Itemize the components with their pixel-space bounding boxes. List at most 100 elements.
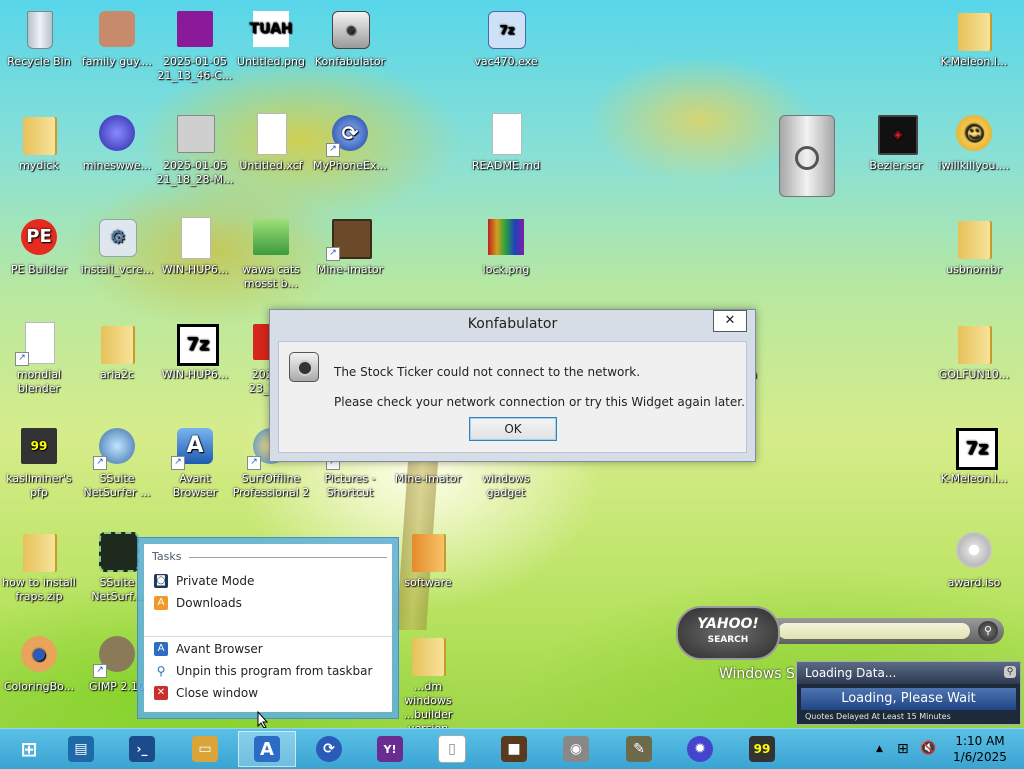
icon-label: WIN-HUP6... <box>161 368 229 381</box>
icon-label: GOLFUN10... <box>938 368 1010 381</box>
desktop-icon-untitled-xcf[interactable]: Untitled.xcf <box>232 109 310 173</box>
taskbar-myphoneexplorer[interactable]: ⟳ <box>300 731 358 767</box>
desktop-icon-recycle-bin[interactable]: Recycle Bin <box>0 5 78 69</box>
desktop-icon-ssuite-netsurfer[interactable]: ↗ SSuite NetSurfer ... <box>78 422 156 500</box>
taskbar-clock[interactable]: 1:10 AM 1/6/2025 <box>948 733 1012 765</box>
desktop-icon-software[interactable]: software <box>389 526 467 590</box>
taskbar-minesweeper[interactable]: ✹ <box>671 731 729 767</box>
desktop-icon-coloringbook[interactable]: ● ColoringBo... <box>0 630 78 694</box>
desktop-icon-lock-png[interactable]: lock.png <box>467 213 545 277</box>
icon-label: Avant Browser <box>172 472 218 499</box>
network-icon[interactable]: ⊞ <box>897 729 909 769</box>
jump-list-panel: Tasks ◙ Private Mode A Downloads A Avant… <box>144 544 392 712</box>
ok-button[interactable]: OK <box>469 417 557 441</box>
desktop-icon-install-vcredist[interactable]: ⚙ install_vcre... <box>78 213 156 277</box>
clock-time: 1:10 AM <box>955 734 1005 748</box>
yahoo-logo: YAHOO! SEARCH <box>676 606 780 660</box>
taskbar-file-explorer[interactable]: ▭ <box>176 731 234 767</box>
taskbar-server-manager[interactable]: ▤ <box>52 731 110 767</box>
zip-folder-icon <box>950 5 998 53</box>
yahoo-search-widget: ⚲ YAHOO! SEARCH <box>676 606 1010 660</box>
jump-item-downloads[interactable]: A Downloads <box>154 593 242 613</box>
desktop-icon-win-hup6-doc[interactable]: WIN-HUP6... <box>156 213 234 277</box>
desktop-icon-usbnombr[interactable]: usbnombr <box>935 213 1013 277</box>
desktop-icon-screenshot-2[interactable]: 2025-01-05 21_18_28-M... <box>156 109 234 187</box>
icon-label: SSuite NetSurfer ... <box>83 472 151 499</box>
icon-label: Untitled.png <box>237 55 305 68</box>
icon-label: install_vcre... <box>80 263 154 276</box>
shortcut-arrow-icon: ↗ <box>171 456 185 470</box>
jump-item-private-mode[interactable]: ◙ Private Mode <box>154 571 254 591</box>
icon-label: ColoringBo... <box>3 680 75 693</box>
desktop-icon-mine-imator[interactable]: ↗ Mine-imator <box>311 213 389 277</box>
dialog-message-line-1: The Stock Ticker could not connect to th… <box>334 365 641 379</box>
folder-icon <box>15 109 63 157</box>
desktop-icon-screenshot-1[interactable]: 2025-01-05 21_13_46-C... <box>156 5 234 83</box>
desktop-icon-vac470[interactable]: 7z vac470.exe <box>467 5 545 69</box>
desktop-icon-mondial-blender[interactable]: ↗ mondial blender <box>0 318 78 396</box>
desktop-icon-pe-builder[interactable]: PE PE Builder <box>0 213 78 277</box>
desktop-icon-k-meleon-2[interactable]: 7z K-Meleon.l... <box>935 422 1013 486</box>
close-icon: ✕ <box>154 686 168 700</box>
desktop-icon-iwillkillyou[interactable]: ☺ iwillkillyou.... <box>935 109 1013 173</box>
stock-ticker-widget: Loading Data... ⚲ Loading, Please Wait Q… <box>796 661 1021 725</box>
mine-imator-icon: ■ <box>501 736 527 762</box>
7zip-icon: 7z <box>950 422 998 470</box>
monitor-icon: 99 <box>749 736 775 762</box>
desktop-icon-award-iso[interactable]: award.iso <box>935 526 1013 590</box>
taskbar: ⊞ ▤ ›_ ▭ A ⟳ Y! ▯ ■ ◉ ✎ ✹ 99 ▲ ⊞ 🔇 1:10 … <box>0 728 1024 769</box>
desktop-icon-win-hup6-7z[interactable]: 7z WIN-HUP6... <box>156 318 234 382</box>
desktop-icon-golfun10[interactable]: GOLFUN10... <box>935 318 1013 382</box>
desktop-icon-bezier[interactable]: ◈ Bezier.scr <box>857 109 935 173</box>
start-button[interactable]: ⊞ <box>0 731 58 767</box>
desktop-icon-minesweeper[interactable]: mineswwe... <box>78 109 156 173</box>
yahoo-search-input[interactable] <box>778 623 970 639</box>
magnifier-icon[interactable]: ⚲ <box>1004 666 1016 678</box>
desktop-icon-untitled-png[interactable]: TUAH Untitled.png <box>232 5 310 69</box>
desktop-icon-kasliminer-pfp[interactable]: 99 kasliminer's pfp <box>0 422 78 500</box>
divider <box>189 557 387 558</box>
desktop-icon-mydick[interactable]: mydick <box>0 109 78 173</box>
mine-imator-icon: ↗ <box>326 213 374 261</box>
jump-item-unpin[interactable]: ⚲ Unpin this program from taskbar <box>154 661 372 681</box>
shortcut-arrow-icon: ↗ <box>326 247 340 261</box>
desktop-icon-dm-windows-builder[interactable]: ...dm windows ...builder version <box>389 630 467 728</box>
desktop-icon-family-guy[interactable]: family guy.... <box>78 5 156 69</box>
image-thumbnail-icon <box>171 109 219 157</box>
document-icon <box>482 109 530 157</box>
avant-browser-icon: A ↗ <box>171 422 219 470</box>
desktop-icon-fraps-zip[interactable]: how to install fraps.zip <box>0 526 78 604</box>
close-button[interactable]: ✕ <box>713 310 747 332</box>
desktop-icon-konfabulator[interactable]: ◉ Konfabulator <box>311 5 389 69</box>
jump-item-avant-browser[interactable]: A Avant Browser <box>154 639 263 659</box>
taskbar-powershell[interactable]: ›_ <box>113 731 171 767</box>
desktop-icon-wawa-cats[interactable]: wawa cats mosst b... <box>232 213 310 291</box>
jump-item-close-window[interactable]: ✕ Close window <box>154 683 258 703</box>
taskbar-mine-imator[interactable]: ■ <box>485 731 543 767</box>
pe-builder-icon: PE <box>15 213 63 261</box>
desktop-icon-aria2c[interactable]: aria2c <box>78 318 156 382</box>
taskbar-konfabulator[interactable]: ◉ <box>547 731 605 767</box>
image-thumbnail-icon <box>171 5 219 53</box>
show-hidden-icons-button[interactable]: ▲ <box>876 729 883 769</box>
desktop-icon-k-meleon-1[interactable]: K-Meleon.l... <box>935 5 1013 69</box>
windows-text-behind: Windows S <box>719 666 795 682</box>
taskbar-notepad[interactable]: ▯ <box>423 731 481 767</box>
taskbar-yahoo-messenger[interactable]: Y! <box>361 731 419 767</box>
desktop-icon-avant-browser[interactable]: A ↗ Avant Browser <box>156 422 234 500</box>
icon-label: mydick <box>19 159 59 172</box>
7zip-app-icon: 7z <box>482 5 530 53</box>
icon-label: 2025-01-05 21_18_28-M... <box>156 159 234 186</box>
desktop-icon-readme[interactable]: README.md <box>467 109 545 173</box>
folder-icon <box>404 526 452 574</box>
taskbar-monitor-app[interactable]: 99 <box>733 731 791 767</box>
taskbar-avant-browser[interactable]: A <box>238 731 296 767</box>
desktop-icon-myphoneexplorer[interactable]: ⟳ ↗ MyPhoneEx... <box>311 109 389 173</box>
trash-widget[interactable] <box>779 115 835 197</box>
search-icon[interactable]: ⚲ <box>978 621 998 641</box>
monitor-screensaver-icon: ◈ <box>872 109 920 157</box>
icon-label: mondial blender <box>16 368 62 395</box>
dialog-title: Konfabulator <box>467 316 558 332</box>
volume-muted-icon[interactable]: 🔇 <box>920 729 936 769</box>
taskbar-gimp[interactable]: ✎ <box>610 731 668 767</box>
